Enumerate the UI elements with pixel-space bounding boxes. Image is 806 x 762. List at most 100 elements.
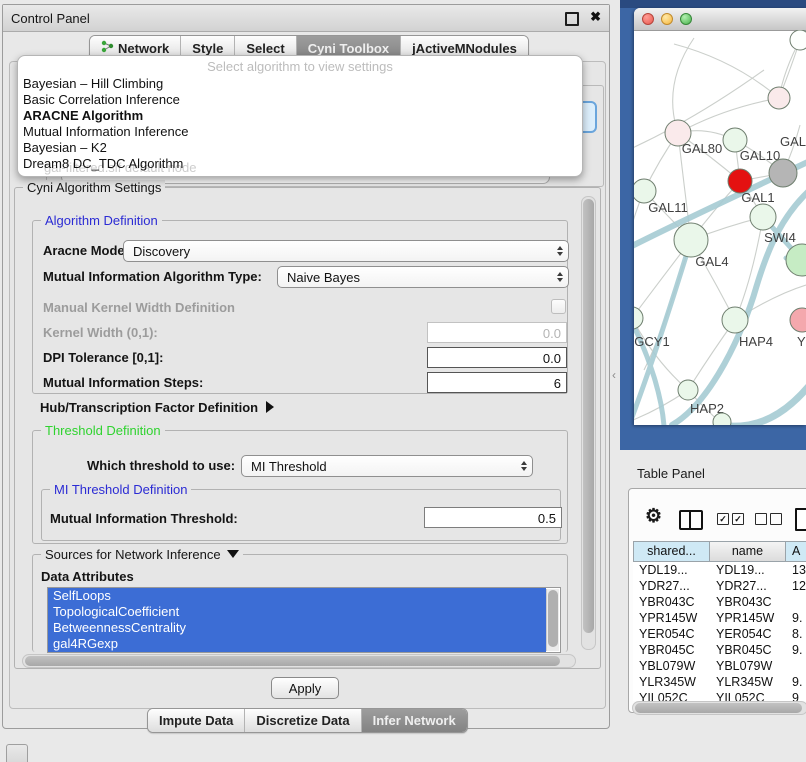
- data-attributes-list[interactable]: SelfLoopsTopologicalCoefficientBetweenne…: [47, 587, 561, 653]
- table-row[interactable]: YBR043CYBR043C: [633, 594, 806, 610]
- algorithm-option[interactable]: Bayesian – K2: [18, 140, 582, 156]
- node-label: GAL11: [648, 200, 688, 215]
- table-cell[interactable]: YBL079W: [710, 658, 786, 674]
- column-header-shared-name[interactable]: shared...: [633, 541, 710, 562]
- minimize-traffic-light[interactable]: [661, 13, 673, 25]
- network-node[interactable]: [790, 30, 806, 50]
- attribute-item[interactable]: BetweennessCentrality: [48, 620, 546, 636]
- table-row[interactable]: YER054CYER054C8.: [633, 626, 806, 642]
- tab-impute-data[interactable]: Impute Data: [148, 709, 244, 732]
- bottom-tab-bar: Impute DataDiscretize DataInfer Network: [147, 708, 468, 733]
- network-icon: [101, 40, 114, 56]
- algorithm-option[interactable]: Basic Correlation Inference: [18, 92, 582, 108]
- tab-label: Style: [192, 41, 223, 56]
- table-cell[interactable]: YIL052C: [710, 690, 786, 701]
- checked-checkbox-icon[interactable]: ✓: [717, 513, 729, 525]
- table-cell[interactable]: YER054C: [710, 626, 786, 642]
- close-traffic-light[interactable]: [642, 13, 654, 25]
- network-node-gal11[interactable]: GAL11: [634, 179, 688, 215]
- columns-icon[interactable]: [679, 510, 703, 530]
- mi-type-select[interactable]: Naive Bayes: [277, 266, 569, 288]
- attribute-item[interactable]: TopologicalCoefficient: [48, 604, 546, 620]
- panel-collapse-arrow[interactable]: ‹: [612, 368, 616, 382]
- attribute-item[interactable]: gal4RGexp: [48, 636, 546, 652]
- table-row[interactable]: YLR345WYLR345W9.: [633, 674, 806, 690]
- table-row[interactable]: YPR145WYPR145W9.: [633, 610, 806, 626]
- close-icon[interactable]: ✖: [590, 9, 601, 25]
- network-canvas[interactable]: GALGAL80GAL10GAL1GAL11SWI4GAL4GCY1HAP4YH…: [634, 30, 806, 425]
- unchecked-checkbox-icon[interactable]: [770, 513, 782, 525]
- table-cell[interactable]: YBL079W: [633, 658, 710, 674]
- table-row[interactable]: YBL079WYBL079W: [633, 658, 806, 674]
- table-row[interactable]: YIL052CYIL052C9: [633, 690, 806, 701]
- apply-button[interactable]: Apply: [271, 677, 339, 699]
- attributes-scrollbar[interactable]: [546, 589, 559, 651]
- settings-horizontal-scrollbar[interactable]: [22, 654, 576, 668]
- table-cell[interactable]: YDR27...: [710, 578, 786, 594]
- column-header-name[interactable]: name: [710, 541, 786, 562]
- network-node-y[interactable]: Y: [790, 308, 806, 349]
- table-cell[interactable]: YDL19...: [633, 562, 710, 578]
- table-cell[interactable]: YBR045C: [633, 642, 710, 658]
- table-cell[interactable]: 9.: [786, 642, 806, 658]
- algorithm-option[interactable]: Mutual Information Inference: [18, 124, 582, 140]
- table-cell[interactable]: YBR043C: [633, 594, 710, 610]
- table-cell[interactable]: YLR345W: [633, 674, 710, 690]
- algorithm-option[interactable]: ARACNE Algorithm: [18, 108, 582, 124]
- table-cell[interactable]: 13: [786, 562, 806, 578]
- unchecked-checkbox-icon[interactable]: [755, 513, 767, 525]
- mi-steps-input[interactable]: 6: [427, 372, 567, 393]
- table-cell[interactable]: YPR145W: [710, 610, 786, 626]
- table-horizontal-scrollbar[interactable]: [632, 701, 806, 715]
- table-cell[interactable]: YIL052C: [633, 690, 710, 701]
- kernel-width-input[interactable]: 0.0: [427, 322, 567, 343]
- sources-toggle[interactable]: Sources for Network Inference: [41, 547, 243, 562]
- table-cell[interactable]: YER054C: [633, 626, 710, 642]
- table-cell[interactable]: [786, 658, 806, 674]
- mi-threshold-input[interactable]: 0.5: [424, 507, 562, 528]
- table-cell[interactable]: YLR345W: [710, 674, 786, 690]
- checked-checkbox-icon[interactable]: ✓: [732, 513, 744, 525]
- manual-kernel-checkbox[interactable]: [551, 299, 566, 314]
- document-icon[interactable]: [795, 508, 806, 531]
- table-cell[interactable]: YDR27...: [633, 578, 710, 594]
- table-cell[interactable]: 8.: [786, 626, 806, 642]
- table-cell[interactable]: YBR045C: [710, 642, 786, 658]
- table-row[interactable]: YDL19...YDL19...13: [633, 562, 806, 578]
- network-node-gal10[interactable]: GAL10: [723, 128, 780, 163]
- desktop-top-strip: [620, 0, 806, 8]
- column-header-partial[interactable]: A: [786, 541, 806, 562]
- table-cell[interactable]: 9: [786, 690, 806, 701]
- network-node-gal[interactable]: GAL: [768, 87, 806, 149]
- table-cell[interactable]: YBR043C: [710, 594, 786, 610]
- stepper-arrows-icon: [557, 246, 563, 256]
- algorithm-option[interactable]: Bayesian – Hill Climbing: [18, 76, 582, 92]
- network-node[interactable]: [769, 159, 797, 187]
- aracne-mode-select[interactable]: Discovery: [123, 240, 569, 262]
- float-window-icon[interactable]: [565, 12, 579, 26]
- table-cell[interactable]: YPR145W: [633, 610, 710, 626]
- attribute-item[interactable]: SelfLoops: [48, 588, 546, 604]
- settings-vertical-scrollbar[interactable]: [581, 196, 596, 650]
- algorithm-option[interactable]: Dream8 DC_TDC Algorithm: [18, 156, 582, 172]
- mi-threshold-title: MI Threshold Definition: [50, 482, 191, 497]
- dpi-tolerance-input[interactable]: 0.0: [427, 347, 567, 368]
- which-threshold-select[interactable]: MI Threshold: [241, 455, 533, 477]
- table-cell[interactable]: 9.: [786, 674, 806, 690]
- hub-definition-toggle[interactable]: Hub/Transcription Factor Definition: [40, 400, 274, 415]
- table-row[interactable]: YDR27...YDR27...12: [633, 578, 806, 594]
- collapse-down-icon: [227, 550, 239, 558]
- table-row[interactable]: YBR045CYBR045C9.: [633, 642, 806, 658]
- table-cell[interactable]: [786, 594, 806, 610]
- table-cell[interactable]: 12: [786, 578, 806, 594]
- zoom-traffic-light[interactable]: [680, 13, 692, 25]
- tab-infer-network[interactable]: Infer Network: [361, 709, 467, 732]
- algorithm-definition-group: Algorithm Definition Aracne Mode: Discov…: [32, 220, 568, 394]
- dpi-tolerance-label: DPI Tolerance [0,1]:: [43, 350, 163, 365]
- network-window-titlebar[interactable]: [634, 8, 806, 31]
- tab-discretize-data[interactable]: Discretize Data: [244, 709, 360, 732]
- table-cell[interactable]: 9.: [786, 610, 806, 626]
- bottom-left-partial-button[interactable]: [6, 744, 28, 762]
- table-cell[interactable]: YDL19...: [710, 562, 786, 578]
- gear-icon[interactable]: ⚙: [645, 507, 662, 526]
